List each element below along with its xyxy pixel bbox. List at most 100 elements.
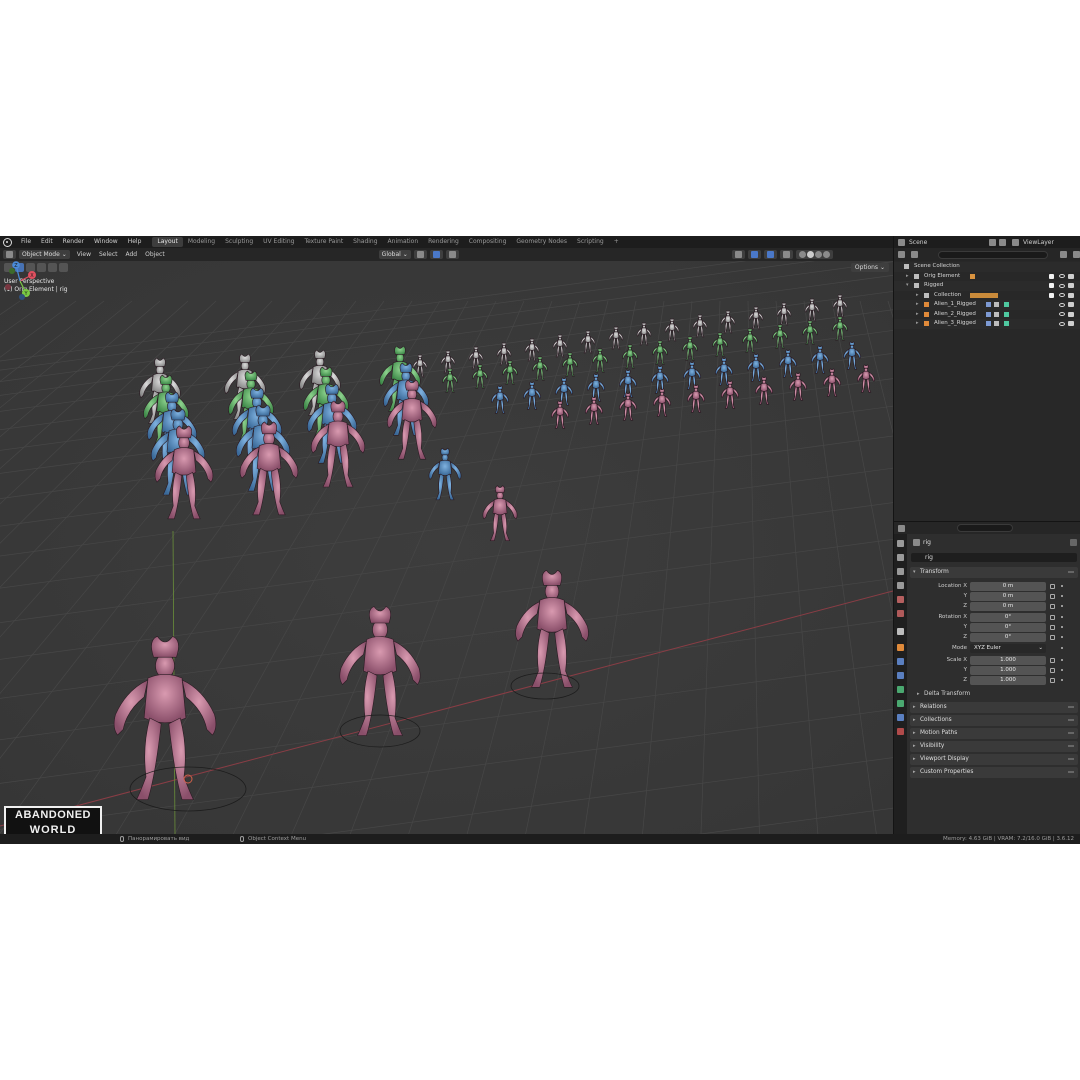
menu-select[interactable]: Select (95, 251, 122, 258)
navigation-gizmo[interactable]: X Y Z (0, 261, 40, 301)
rotation-y-field[interactable]: 0° (970, 623, 1046, 632)
collection-tab-icon[interactable] (897, 628, 904, 635)
drag-grip-icon[interactable] (1068, 732, 1074, 734)
panel-collections[interactable]: ▸ Collections (910, 715, 1078, 726)
gizmo-neg-x-icon[interactable] (5, 284, 11, 290)
tab-compositing[interactable]: Compositing (464, 237, 512, 247)
pivot-point-button[interactable] (413, 250, 427, 259)
expand-arrow-icon[interactable]: ▸ (916, 319, 919, 329)
eye-icon[interactable] (1059, 293, 1065, 297)
expand-arrow-icon[interactable]: ▸ (916, 300, 919, 310)
rotation-x-field[interactable]: 0° (970, 613, 1046, 622)
menu-help[interactable]: Help (123, 236, 147, 248)
3d-viewport[interactable]: Options ⌄ User Perspective (1) Orig Elem… (0, 261, 893, 834)
tab-geometry-nodes[interactable]: Geometry Nodes (511, 237, 572, 247)
outliner-editor-icon[interactable] (898, 251, 905, 258)
drag-grip-icon[interactable] (1068, 745, 1074, 747)
object-name-field[interactable]: rig (911, 553, 1077, 562)
tab-sculpting[interactable]: Sculpting (220, 237, 258, 247)
texture-tab-icon[interactable] (897, 728, 904, 735)
pin-icon[interactable] (1070, 539, 1077, 546)
gizmo-toggle-button[interactable] (747, 250, 761, 259)
lock-icon[interactable] (1050, 604, 1055, 609)
gizmo-neg-y-icon[interactable] (9, 268, 15, 274)
menu-view[interactable]: View (73, 251, 95, 258)
lock-icon[interactable] (1050, 594, 1055, 599)
view-layer-name[interactable]: ViewLayer (1023, 239, 1054, 246)
exclude-checkbox[interactable] (1049, 283, 1054, 288)
constraints-tab-icon[interactable] (897, 700, 904, 707)
tab-scripting[interactable]: Scripting (572, 237, 609, 247)
modifier-tab-icon[interactable] (897, 658, 904, 665)
panel-relations[interactable]: ▸ Relations (910, 702, 1078, 713)
outliner-row-rigged[interactable]: ▾ Rigged (894, 281, 1080, 291)
collapse-arrow-icon[interactable]: ▾ (906, 281, 909, 291)
panel-transform[interactable]: ▾ Transform (910, 567, 1078, 578)
eye-icon[interactable] (1059, 283, 1065, 288)
drag-grip-icon[interactable] (1068, 571, 1074, 573)
camera-render-icon[interactable] (1068, 283, 1074, 288)
keyframe-dot-icon[interactable] (1061, 616, 1063, 618)
shading-mode-buttons[interactable] (795, 250, 833, 259)
data-tab-icon[interactable] (897, 714, 904, 721)
tab-layout[interactable]: Layout (152, 237, 183, 247)
select-intersect-icon[interactable] (59, 263, 68, 272)
object-tab-icon[interactable] (897, 644, 904, 651)
lock-icon[interactable] (1050, 678, 1055, 683)
tab-shading[interactable]: Shading (348, 237, 382, 247)
outliner-search-input[interactable] (938, 250, 1048, 259)
keyframe-dot-icon[interactable] (1061, 636, 1063, 638)
expand-arrow-icon[interactable]: ▸ (916, 310, 919, 320)
location-x-field[interactable]: 0 m (970, 582, 1046, 591)
rotation-z-field[interactable]: 0° (970, 633, 1046, 642)
outliner-row-scene-collection[interactable]: Scene Collection (894, 262, 1080, 272)
scale-x-field[interactable]: 1.000 (970, 656, 1046, 665)
delete-scene-icon[interactable] (999, 238, 1006, 246)
options-button[interactable]: Options ⌄ (850, 263, 889, 272)
proportional-edit-button[interactable] (445, 250, 459, 259)
tab-modeling[interactable]: Modeling (183, 237, 220, 247)
keyframe-dot-icon[interactable] (1061, 595, 1063, 597)
camera-render-icon[interactable] (1068, 273, 1074, 279)
eye-icon[interactable] (1059, 312, 1065, 316)
outliner-row-alien-2-rigged[interactable]: ▸ Alien_2_Rigged (894, 310, 1080, 320)
exclude-checkbox[interactable] (1049, 273, 1054, 279)
world-tab-icon[interactable] (897, 610, 904, 617)
render-tab-icon[interactable] (897, 554, 904, 561)
filter-icon[interactable] (1060, 251, 1067, 258)
physics-tab-icon[interactable] (897, 686, 904, 693)
drag-grip-icon[interactable] (1068, 758, 1074, 760)
tab-animation[interactable]: Animation (383, 237, 424, 247)
menu-add[interactable]: Add (122, 251, 142, 258)
location-y-field[interactable]: 0 m (970, 592, 1046, 601)
blender-logo-icon[interactable] (3, 237, 12, 247)
camera-render-icon[interactable] (1068, 321, 1074, 326)
lock-icon[interactable] (1050, 584, 1055, 589)
menu-file[interactable]: File (16, 236, 36, 248)
tab-rendering[interactable]: Rendering (423, 237, 464, 247)
lock-icon[interactable] (1050, 668, 1055, 673)
keyframe-dot-icon[interactable] (1061, 647, 1063, 649)
camera-render-icon[interactable] (1068, 292, 1074, 298)
keyframe-dot-icon[interactable] (1061, 605, 1063, 607)
snap-button[interactable] (429, 250, 443, 259)
drag-grip-icon[interactable] (1068, 719, 1074, 721)
expand-arrow-icon[interactable]: ▸ (906, 272, 909, 282)
panel-custom-properties[interactable]: ▸ Custom Properties (910, 767, 1078, 778)
lock-icon[interactable] (1050, 635, 1055, 640)
keyframe-dot-icon[interactable] (1061, 679, 1063, 681)
outliner-row-alien-3-rigged[interactable]: ▸ Alien_3_Rigged (894, 319, 1080, 329)
expand-arrow-icon[interactable]: ▸ (916, 291, 919, 301)
object-mode-dropdown[interactable]: Object Mode ⌄ (19, 250, 70, 259)
keyframe-dot-icon[interactable] (1061, 626, 1063, 628)
gizmo-neg-z-icon[interactable] (19, 294, 25, 300)
keyframe-dot-icon[interactable] (1061, 585, 1063, 587)
camera-render-icon[interactable] (1068, 302, 1074, 307)
camera-render-icon[interactable] (1068, 311, 1074, 317)
menu-edit[interactable]: Edit (36, 236, 58, 248)
panel-motion-paths[interactable]: ▸ Motion Paths (910, 728, 1078, 739)
rotation-mode-dropdown[interactable]: XYZ Euler ⌄ (970, 644, 1046, 653)
lock-icon[interactable] (1050, 625, 1055, 630)
outliner-row-alien-1-rigged[interactable]: ▸ Alien_1_Rigged (894, 300, 1080, 310)
keyframe-dot-icon[interactable] (1061, 659, 1063, 661)
